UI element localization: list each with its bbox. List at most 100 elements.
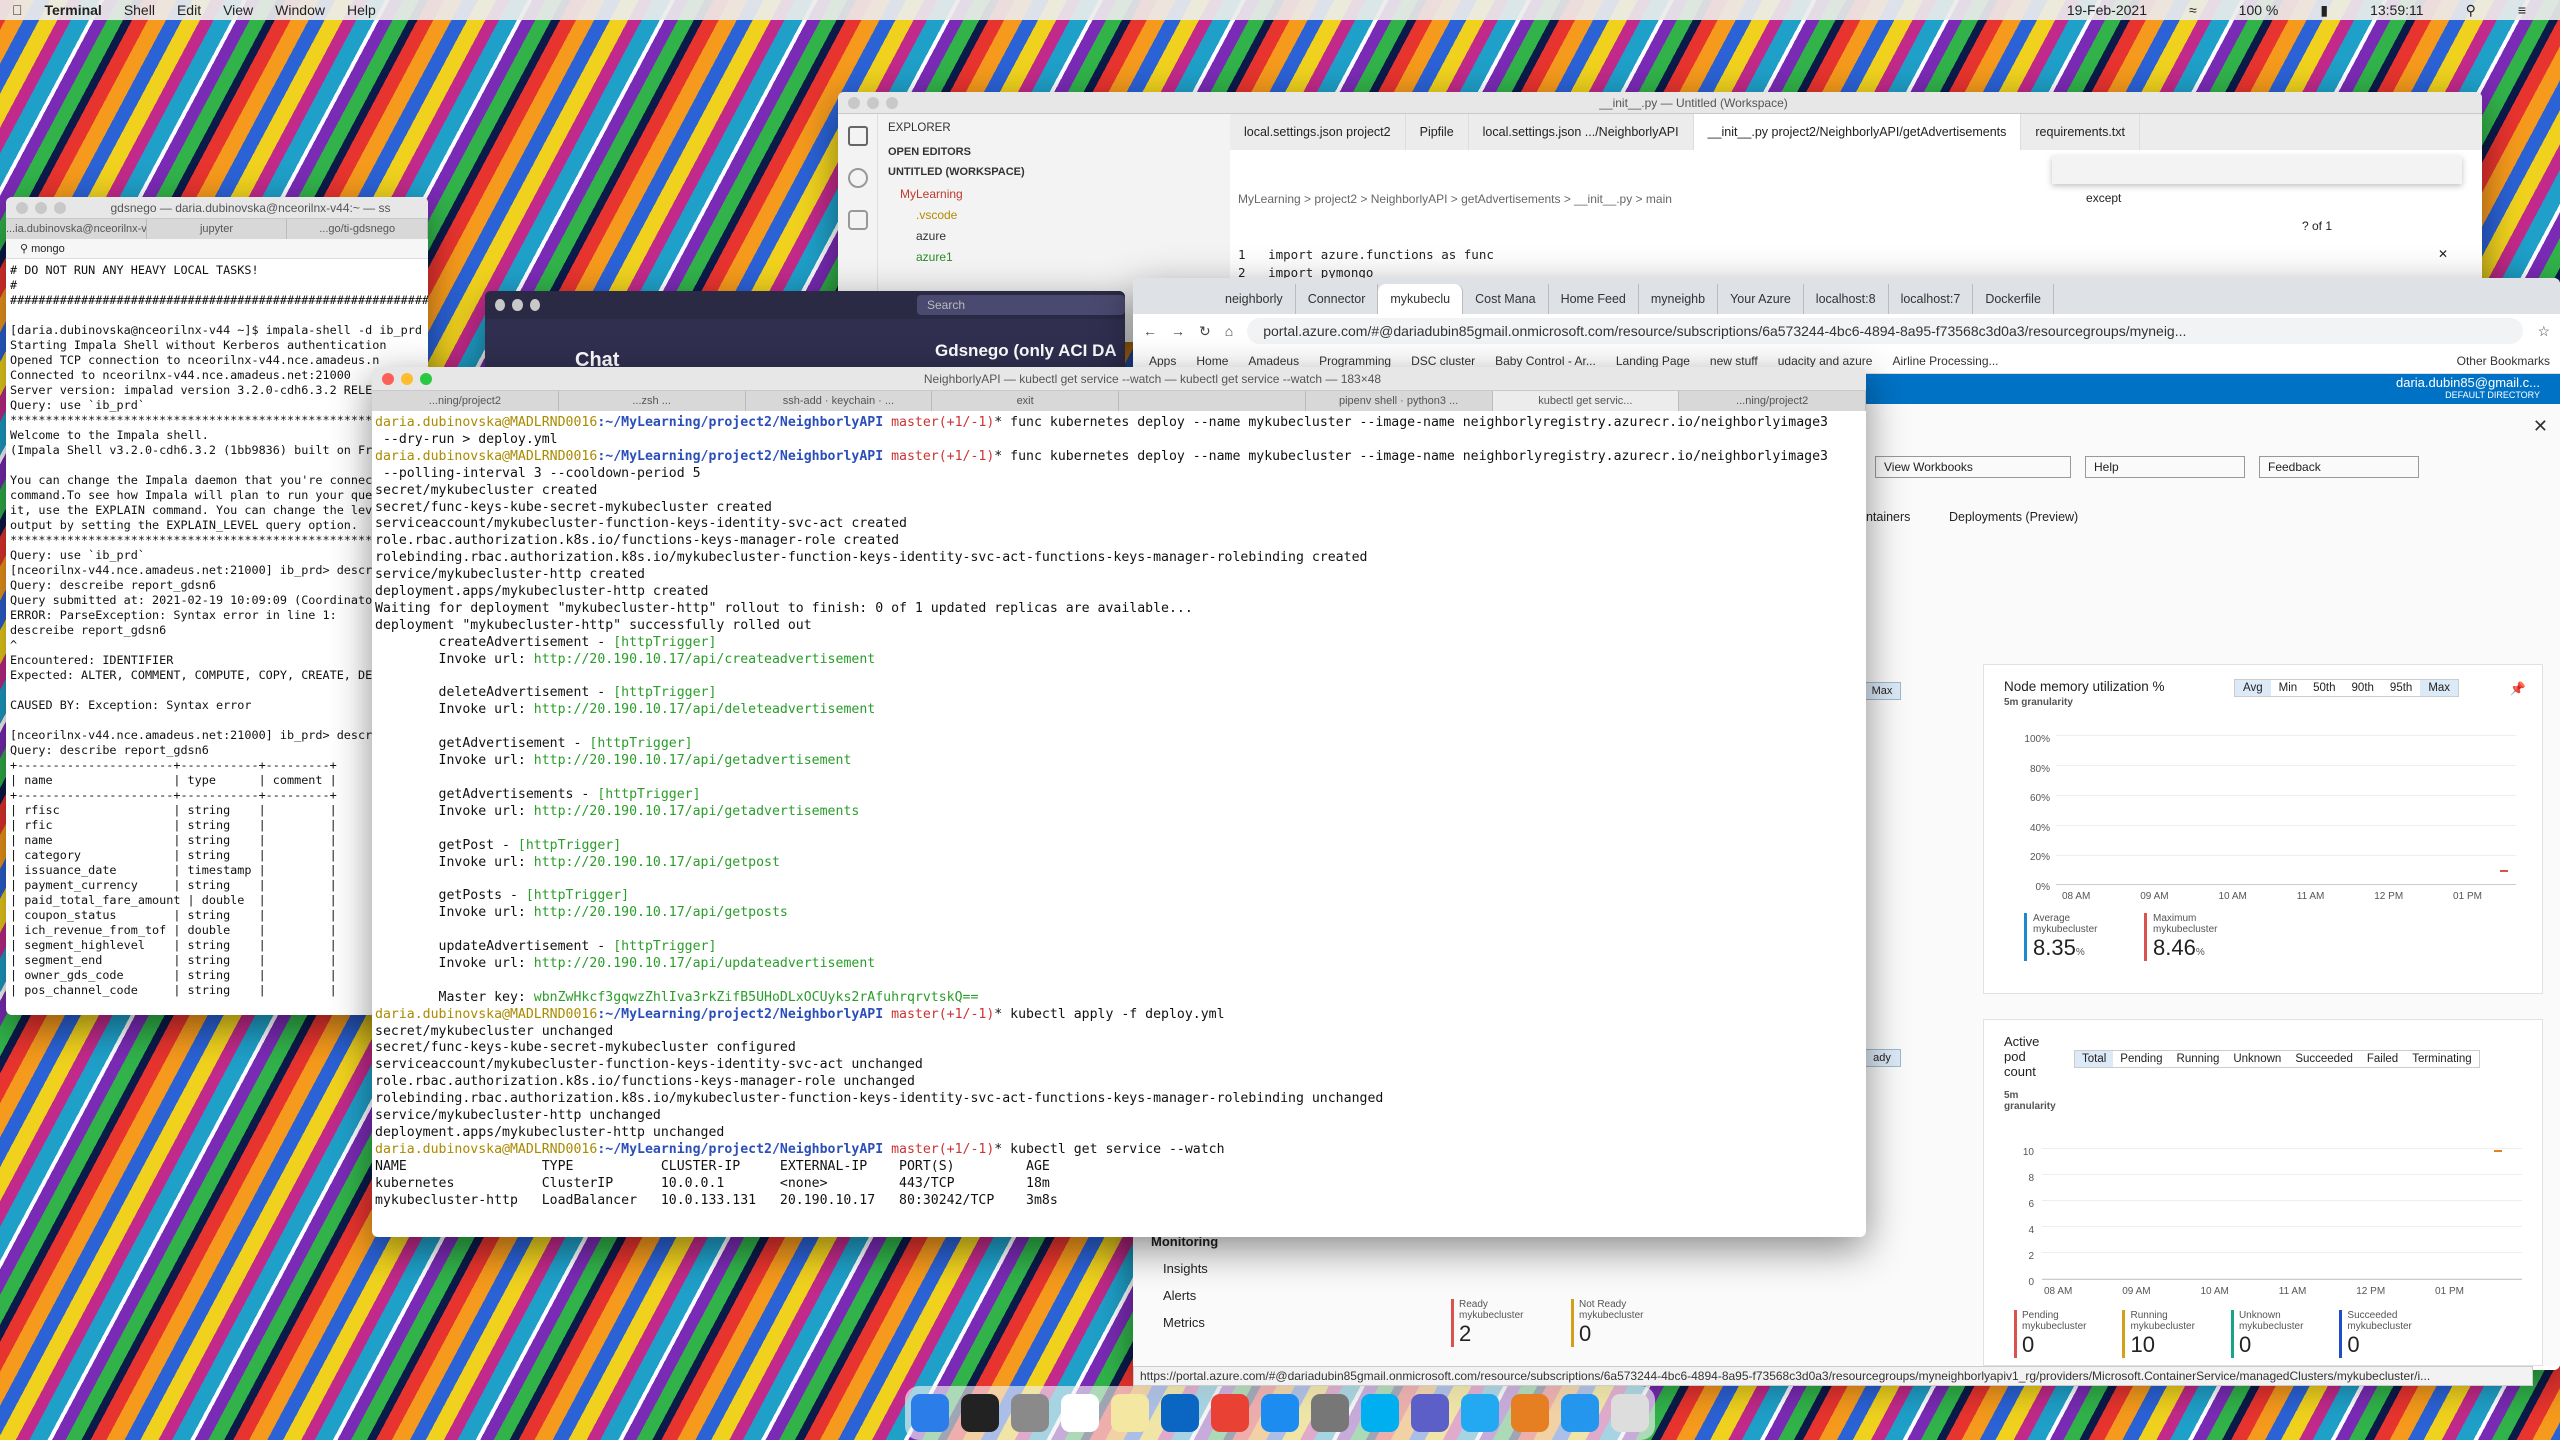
tab-pipfile[interactable]: Pipfile bbox=[1406, 114, 1469, 150]
apple-icon[interactable]:  bbox=[12, 2, 23, 18]
teams-group-name[interactable]: Gdsnego (only ACI DA bbox=[935, 341, 1117, 361]
finder-icon[interactable] bbox=[911, 1394, 949, 1432]
breadcrumb[interactable]: MyLearning > project2 > NeighborlyAPI > … bbox=[1238, 190, 2482, 208]
wifi-icon[interactable]: ≈ bbox=[2189, 2, 2197, 18]
trash-icon[interactable] bbox=[1611, 1394, 1649, 1432]
browser-tab[interactable]: Connector bbox=[1296, 284, 1379, 314]
tree-item-azure[interactable]: azure bbox=[888, 226, 1220, 247]
nav-alerts[interactable]: Alerts bbox=[1133, 1282, 1383, 1309]
terminal-icon[interactable] bbox=[961, 1394, 999, 1432]
battery-text[interactable]: 100 % bbox=[2239, 2, 2279, 18]
terminal-tab-active[interactable]: kubectl get servic... bbox=[1492, 391, 1680, 411]
terminal-tab[interactable]: ...ning/project2 bbox=[1679, 391, 1866, 411]
terminal-tab[interactable]: pipenv shell · python3 ... bbox=[1306, 391, 1493, 411]
filter-unknown[interactable]: Unknown bbox=[2226, 1051, 2288, 1067]
nav-metrics[interactable]: Metrics bbox=[1133, 1309, 1383, 1336]
app-name[interactable]: Terminal bbox=[45, 2, 102, 18]
menu-view[interactable]: View bbox=[223, 2, 253, 18]
filter-running[interactable]: Running bbox=[2170, 1051, 2227, 1067]
bookmark-item[interactable]: udacity and azure bbox=[1778, 354, 1873, 368]
tree-item-mylearning[interactable]: MyLearning bbox=[888, 184, 1220, 205]
tab-containers[interactable]: ontainers bbox=[1859, 510, 1910, 524]
home-icon[interactable]: ⌂ bbox=[1225, 323, 1233, 339]
tab-local-settings-project2[interactable]: local.settings.json project2 bbox=[1230, 114, 1406, 150]
browser-tab[interactable]: myneighb bbox=[1639, 284, 1719, 314]
terminal-tab[interactable] bbox=[1119, 391, 1306, 411]
tab-requirements[interactable]: requirements.txt bbox=[2021, 114, 2140, 150]
url-bar[interactable]: portal.azure.com/#@dariadubin85gmail.onm… bbox=[1247, 318, 2524, 344]
browser-tab[interactable]: localhost:8 bbox=[1804, 284, 1889, 314]
filter-succeeded[interactable]: Succeeded bbox=[2288, 1051, 2360, 1067]
search-icon[interactable] bbox=[848, 168, 868, 188]
bookmark-item[interactable]: Apps bbox=[1149, 354, 1176, 368]
left-max-button[interactable]: Max bbox=[1863, 682, 1901, 700]
bookmark-item[interactable]: DSC cluster bbox=[1411, 354, 1475, 368]
teams-search-input[interactable]: Search bbox=[916, 295, 1125, 315]
close-icon[interactable]: ✕ bbox=[2533, 416, 2548, 437]
browser-tab-active[interactable]: mykubeclu bbox=[1378, 284, 1464, 314]
find-input[interactable]: except bbox=[2086, 191, 2121, 205]
browser-tab[interactable]: localhost:7 bbox=[1889, 284, 1974, 314]
calendar-icon[interactable] bbox=[1061, 1394, 1099, 1432]
open-editors-section[interactable]: OPEN EDITORS bbox=[888, 146, 1220, 158]
browser-tab[interactable]: Dockerfile bbox=[1973, 284, 2054, 314]
docker-icon[interactable] bbox=[1561, 1394, 1599, 1432]
bookmark-item[interactable]: Landing Page bbox=[1616, 354, 1690, 368]
spotlight-icon[interactable]: ⚲ bbox=[2466, 2, 2476, 19]
source-control-icon[interactable] bbox=[848, 210, 868, 230]
clock-text[interactable]: 13:59:11 bbox=[2370, 2, 2423, 18]
agg-avg-button[interactable]: Avg bbox=[2235, 680, 2271, 696]
app-store-icon[interactable] bbox=[1261, 1394, 1299, 1432]
bookmark-item[interactable]: new stuff bbox=[1710, 354, 1758, 368]
menu-window[interactable]: Window bbox=[275, 2, 325, 18]
browser-tab[interactable]: Home Feed bbox=[1549, 284, 1639, 314]
postman-icon[interactable] bbox=[1511, 1394, 1549, 1432]
launchpad-icon[interactable] bbox=[1011, 1394, 1049, 1432]
tab-init-py[interactable]: __init__.py project2/NeighborlyAPI/getAd… bbox=[1693, 114, 2022, 150]
menu-help[interactable]: Help bbox=[347, 2, 376, 18]
teams-icon[interactable] bbox=[1411, 1394, 1449, 1432]
close-icon[interactable]: ✕ bbox=[2438, 240, 2448, 268]
control-center-icon[interactable]: ≡ bbox=[2518, 2, 2526, 18]
reload-icon[interactable]: ↻ bbox=[1199, 323, 1211, 340]
terminal-search-bar[interactable]: ⚲ mongo bbox=[6, 239, 428, 259]
bookmark-star-icon[interactable]: ☆ bbox=[2537, 323, 2550, 340]
tree-item-vscode[interactable]: .vscode bbox=[888, 205, 1220, 226]
terminal-output[interactable]: daria.dubinovska@MADLRND0016:~/MyLearnin… bbox=[372, 411, 1866, 1213]
other-bookmarks[interactable]: Other Bookmarks bbox=[2457, 354, 2550, 368]
account-name[interactable]: daria.dubin85@gmail.c... bbox=[2396, 376, 2540, 389]
skype-icon[interactable] bbox=[1361, 1394, 1399, 1432]
browser-tab[interactable]: Your Azure bbox=[1718, 284, 1804, 314]
nav-insights[interactable]: Insights bbox=[1133, 1255, 1383, 1282]
forward-icon[interactable]: → bbox=[1171, 323, 1185, 339]
workspace-section[interactable]: UNTITLED (WORKSPACE) bbox=[888, 166, 1220, 178]
filter-total[interactable]: Total bbox=[2075, 1051, 2114, 1067]
chrome-icon[interactable] bbox=[1211, 1394, 1249, 1432]
browser-tab[interactable]: Cost Mana bbox=[1463, 284, 1549, 314]
bookmark-item[interactable]: Baby Control - Ar... bbox=[1495, 354, 1596, 368]
bookmark-item[interactable]: Home bbox=[1196, 354, 1228, 368]
view-workbooks-button[interactable]: View Workbooks bbox=[1875, 456, 2071, 478]
tab-deployments[interactable]: Deployments (Preview) bbox=[1949, 510, 2078, 524]
terminal-tab[interactable]: ...go/ti-gdsnego bbox=[287, 219, 428, 239]
terminal-tab[interactable]: ...ning/project2 bbox=[372, 391, 559, 411]
terminal-tab[interactable]: ...ia.dubinovska@nceorilnx-v44:~ — ssh I… bbox=[6, 219, 147, 239]
agg-50th-button[interactable]: 50th bbox=[2305, 680, 2343, 696]
terminal-tab[interactable]: jupyter bbox=[147, 219, 288, 239]
notes-icon[interactable] bbox=[1111, 1394, 1149, 1432]
help-button[interactable]: Help bbox=[2085, 456, 2245, 478]
bookmark-item[interactable]: Programming bbox=[1319, 354, 1391, 368]
filter-terminating[interactable]: Terminating bbox=[2405, 1051, 2478, 1067]
bookmark-item[interactable]: Airline Processing... bbox=[1892, 354, 1998, 368]
feedback-button[interactable]: Feedback bbox=[2259, 456, 2419, 478]
agg-95th-button[interactable]: 95th bbox=[2382, 680, 2420, 696]
agg-90th-button[interactable]: 90th bbox=[2344, 680, 2382, 696]
files-icon[interactable] bbox=[848, 126, 868, 146]
tab-local-settings-neighborly[interactable]: local.settings.json .../NeighborlyAPI bbox=[1469, 114, 1694, 150]
terminal-tab[interactable]: ...zsh ... bbox=[559, 391, 746, 411]
agg-max-button[interactable]: Max bbox=[2420, 680, 2459, 696]
filter-pending[interactable]: Pending bbox=[2113, 1051, 2169, 1067]
pin-icon[interactable]: 📌 bbox=[2510, 681, 2526, 697]
bookmark-item[interactable]: Amadeus bbox=[1248, 354, 1299, 368]
terminal-tab[interactable]: exit bbox=[932, 391, 1119, 411]
